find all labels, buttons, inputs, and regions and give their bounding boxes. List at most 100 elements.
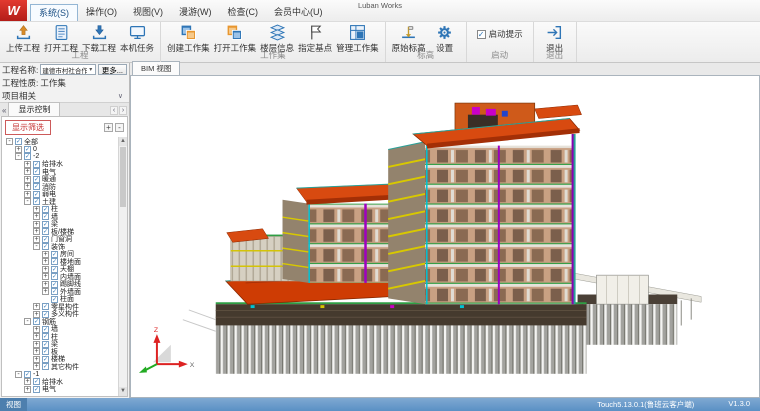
project-related-label[interactable]: 项目相关 [2, 90, 36, 102]
checkbox-icon[interactable]: ✓ [33, 198, 40, 205]
expand-toggle-icon[interactable]: + [33, 326, 40, 333]
checkbox-icon[interactable]: ✓ [42, 348, 49, 355]
tree-item[interactable]: + ✓ 给排水 [4, 378, 117, 386]
checkbox-icon[interactable]: ✓ [42, 326, 49, 333]
checkbox-icon[interactable]: ✓ [51, 281, 58, 288]
tree-item[interactable]: + ✓ 多义构件 [4, 311, 117, 319]
menu-tab[interactable]: 系统(S) [30, 4, 78, 21]
startup-tip-checkbox[interactable]: ✓ 启动提示 [471, 24, 529, 40]
expand-toggle-icon[interactable]: + [33, 303, 40, 310]
scroll-down-icon[interactable]: ▼ [119, 387, 127, 396]
tree-item[interactable]: + ✓ 柱 [4, 206, 117, 214]
tab-scroll-right-icon[interactable]: › [119, 106, 127, 115]
expand-toggle-icon[interactable]: - [6, 138, 13, 145]
collapse-panel-icon[interactable]: « [0, 106, 8, 116]
checkbox-icon[interactable]: ✓ [477, 30, 486, 39]
expand-toggle-icon[interactable]: + [24, 161, 31, 168]
checkbox-icon[interactable]: ✓ [51, 258, 58, 265]
checkbox-icon[interactable]: ✓ [24, 371, 31, 378]
menu-tab[interactable]: 视图(V) [125, 4, 171, 21]
checkbox-icon[interactable]: ✓ [33, 191, 40, 198]
expand-toggle-icon[interactable]: + [33, 221, 40, 228]
expand-toggle-icon[interactable]: + [24, 183, 31, 190]
expand-toggle-icon[interactable]: + [42, 273, 49, 280]
checkbox-icon[interactable]: ✓ [42, 303, 49, 310]
tab-display-control[interactable]: 显示控制 [8, 102, 60, 116]
tree-scrollbar[interactable]: ▲ ▼ [118, 137, 127, 396]
expand-toggle-icon[interactable]: + [33, 333, 40, 340]
tab-bim-view[interactable]: BIM 视图 [132, 61, 180, 75]
tree-item[interactable]: + ✓ 墙 [4, 326, 117, 334]
checkbox-icon[interactable]: ✓ [42, 243, 49, 250]
expand-toggle-icon[interactable]: + [42, 288, 49, 295]
checkbox-icon[interactable]: ✓ [51, 266, 58, 273]
expand-toggle-icon[interactable]: + [33, 206, 40, 213]
checkbox-icon[interactable]: ✓ [42, 221, 49, 228]
project-name-select[interactable]: 建德市村社合作联社-施工模型 ▾ [40, 64, 95, 75]
tree-item[interactable]: + ✓ 暖通 [4, 176, 117, 184]
expand-toggle-icon[interactable]: + [42, 281, 49, 288]
expand-toggle-icon[interactable]: + [42, 258, 49, 265]
collapse-all-button[interactable]: - [115, 123, 124, 132]
tree-item[interactable]: + ✓ 梁 [4, 341, 117, 349]
tree-item[interactable]: + ✓ 墙 [4, 213, 117, 221]
checkbox-icon[interactable]: ✓ [24, 153, 31, 160]
checkbox-icon[interactable]: ✓ [33, 161, 40, 168]
expand-toggle-icon[interactable]: + [42, 266, 49, 273]
checkbox-icon[interactable]: ✓ [51, 251, 58, 258]
checkbox-icon[interactable]: ✓ [42, 356, 49, 363]
scrollbar-thumb[interactable] [120, 147, 126, 207]
chevron-down-icon[interactable]: ∨ [118, 92, 127, 100]
expand-toggle-icon[interactable]: + [15, 146, 22, 153]
menu-tab[interactable]: 检查(C) [220, 4, 267, 21]
checkbox-icon[interactable]: ✓ [33, 183, 40, 190]
tree-item[interactable]: - ✓ 全部 [4, 138, 117, 146]
checkbox-icon[interactable]: ✓ [51, 273, 58, 280]
expand-toggle-icon[interactable]: - [15, 371, 22, 378]
checkbox-icon[interactable]: ✓ [33, 176, 40, 183]
expand-toggle-icon[interactable]: + [33, 236, 40, 243]
tree-item[interactable]: - ✓ 土建 [4, 198, 117, 206]
expand-toggle-icon[interactable]: + [33, 311, 40, 318]
expand-toggle-icon[interactable]: + [33, 363, 40, 370]
tree-item[interactable]: + ✓ 0 [4, 146, 117, 154]
tab-scroll-left-icon[interactable]: ‹ [110, 106, 118, 115]
tree-item[interactable]: + ✓ 弱电 [4, 191, 117, 199]
checkbox-icon[interactable]: ✓ [33, 386, 40, 393]
checkbox-icon[interactable]: ✓ [33, 318, 40, 325]
checkbox-icon[interactable]: ✓ [33, 168, 40, 175]
expand-toggle-icon[interactable]: - [33, 243, 40, 250]
expand-toggle-icon[interactable]: + [24, 176, 31, 183]
checkbox-icon[interactable]: ✓ [15, 138, 22, 145]
expand-toggle-icon[interactable]: + [24, 168, 31, 175]
checkbox-icon[interactable]: ✓ [42, 363, 49, 370]
expand-toggle-icon[interactable]: - [24, 318, 31, 325]
expand-toggle-icon[interactable]: + [24, 386, 31, 393]
expand-toggle-icon[interactable]: + [33, 341, 40, 348]
expand-all-button[interactable]: + [104, 123, 113, 132]
expand-toggle-icon[interactable]: + [33, 228, 40, 235]
checkbox-icon[interactable]: ✓ [42, 333, 49, 340]
display-filter-button[interactable]: 显示筛选 [5, 120, 51, 135]
menu-tab[interactable]: 会员中心(U) [266, 4, 331, 21]
checkbox-icon[interactable]: ✓ [24, 146, 31, 153]
tree-item[interactable]: + ✓ 其它构件 [4, 363, 117, 371]
chevron-down-icon[interactable]: ▾ [87, 66, 95, 73]
checkbox-icon[interactable]: ✓ [42, 213, 49, 220]
checkbox-icon[interactable]: ✓ [42, 206, 49, 213]
expand-toggle-icon[interactable]: + [42, 251, 49, 258]
checkbox-icon[interactable]: ✓ [51, 288, 58, 295]
expand-toggle-icon[interactable]: + [24, 191, 31, 198]
expand-toggle-icon[interactable]: - [15, 153, 22, 160]
expand-toggle-icon[interactable]: + [33, 213, 40, 220]
expand-toggle-icon[interactable]: - [24, 198, 31, 205]
tree-item[interactable]: + ✓ 给排水 [4, 161, 117, 169]
tree-item[interactable]: + ✓ 消防 [4, 183, 117, 191]
scroll-up-icon[interactable]: ▲ [119, 137, 127, 146]
bim-viewport[interactable]: Z X [130, 75, 760, 398]
expand-toggle-icon[interactable]: + [24, 378, 31, 385]
checkbox-icon[interactable]: ✓ [42, 341, 49, 348]
expand-toggle-icon[interactable]: + [33, 348, 40, 355]
checkbox-icon[interactable]: ✓ [33, 378, 40, 385]
checkbox-icon[interactable]: ✓ [42, 228, 49, 235]
